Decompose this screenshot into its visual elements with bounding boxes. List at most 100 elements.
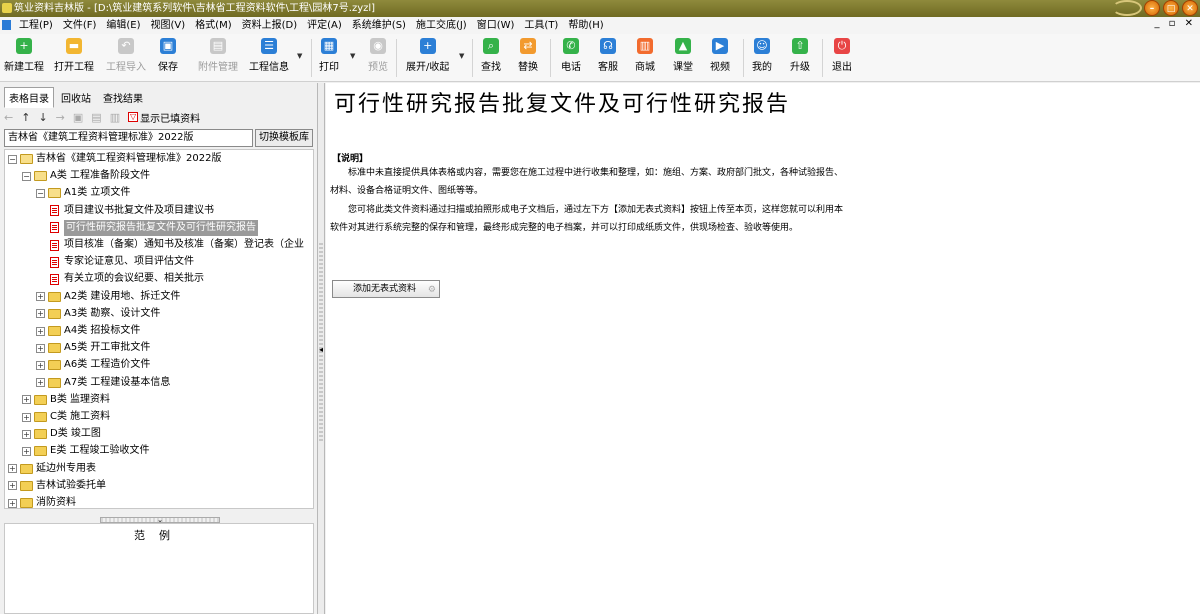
expand-icon[interactable]: + — [22, 446, 31, 456]
tree-folder-item[interactable]: − A类 工程准备阶段文件 — [22, 168, 150, 184]
show-filled-toggle[interactable]: ▽ 显示已填资料 — [128, 110, 200, 125]
expand-dropdown-icon[interactable]: ▼ — [459, 52, 464, 60]
upgrade-button[interactable]: ⇧ 升级 — [790, 38, 810, 73]
document-icon — [50, 256, 59, 268]
tree-document-item[interactable]: 项目核准（备案）通知书及核准（备案）登记表（企业 — [50, 237, 304, 253]
menu-briefing[interactable]: 施工交底(J) — [411, 17, 472, 34]
preview-button[interactable]: ◉ 预览 — [368, 38, 388, 73]
menu-evaluate[interactable]: 评定(A) — [302, 17, 347, 34]
expand-collapse-button[interactable]: + 展开/收起 — [406, 38, 449, 73]
tree-folder-item[interactable]: + A6类 工程造价文件 — [36, 357, 150, 373]
tree-item-label: 消防资料 — [36, 497, 76, 508]
menu-window[interactable]: 窗口(W) — [472, 17, 520, 34]
menu-tools[interactable]: 工具(T) — [519, 17, 563, 34]
tree-folder-item[interactable]: + 消防资料 — [8, 495, 76, 508]
expand-icon[interactable]: + — [8, 464, 17, 474]
tab-catalog[interactable]: 表格目录 — [4, 87, 54, 108]
mdi-window-controls[interactable]: _ ▫ ✕ — [1154, 18, 1196, 29]
expand-icon[interactable]: + — [36, 378, 45, 388]
tree-folder-item[interactable]: + A4类 招投标文件 — [36, 323, 140, 339]
tree-folder-item[interactable]: + 延边州专用表 — [8, 461, 96, 477]
my-account-button[interactable]: ☺ 我的 — [752, 38, 772, 73]
replace-button[interactable]: ⇄ 替换 — [518, 38, 538, 73]
expand-icon[interactable]: + — [36, 360, 45, 370]
menu-view[interactable]: 视图(V) — [146, 17, 191, 34]
move-up-icon[interactable]: ↑ — [21, 111, 30, 124]
new-project-button[interactable]: + 新建工程 — [4, 38, 44, 73]
tree-document-item[interactable]: 项目建议书批复文件及项目建议书 — [50, 203, 214, 219]
menu-format[interactable]: 格式(M) — [190, 17, 236, 34]
tree-document-item[interactable]: 专家论证意见、项目评估文件 — [50, 254, 194, 270]
import-project-button[interactable]: ↶ 工程导入 — [106, 38, 146, 73]
expand-icon[interactable]: + — [22, 412, 31, 422]
tree-folder-item[interactable]: + E类 工程竣工验收文件 — [22, 443, 150, 459]
switch-template-button[interactable]: 切换模板库 — [255, 129, 313, 147]
move-down-icon[interactable]: ↓ — [38, 111, 47, 124]
exit-button[interactable]: ⏻ 退出 — [832, 38, 852, 73]
move-right-icon[interactable]: → — [56, 111, 65, 124]
tree-folder-item[interactable]: + D类 竣工图 — [22, 426, 101, 442]
title-bar: 筑业资料吉林版 - [D:\筑业建筑系列软件\吉林省工程资料软件\工程\园林7号… — [0, 0, 1200, 17]
tree-folder-item[interactable]: + B类 监理资料 — [22, 392, 110, 408]
filter-checkbox-icon[interactable]: ▽ — [128, 112, 139, 122]
menu-help[interactable]: 帮助(H) — [563, 17, 608, 34]
menu-edit[interactable]: 编辑(E) — [101, 17, 145, 34]
menu-report[interactable]: 资料上报(D) — [237, 17, 303, 34]
tree-folder-item[interactable]: + A2类 建设用地、拆迁文件 — [36, 289, 180, 305]
expand-icon[interactable]: + — [22, 429, 31, 439]
phone-button[interactable]: ✆ 电话 — [561, 38, 581, 73]
expand-icon[interactable]: + — [22, 395, 31, 405]
find-button[interactable]: ⌕ 查找 — [481, 38, 501, 73]
open-project-button[interactable]: ▬ 打开工程 — [54, 38, 94, 73]
collapse-icon[interactable]: − — [8, 154, 17, 164]
add-document-button[interactable]: 添加无表式资料 ⚙ — [332, 280, 440, 298]
copy-icon[interactable]: ▣ — [73, 111, 83, 124]
collapse-icon[interactable]: − — [36, 188, 45, 198]
tree-folder-item[interactable]: − A1类 立项文件 — [36, 185, 130, 201]
tree-folder-item[interactable]: − 吉林省《建筑工程资料管理标准》2022版 — [8, 151, 221, 167]
shop-button[interactable]: ▥ 商城 — [635, 38, 655, 73]
delete-icon[interactable]: ▥ — [110, 111, 120, 124]
paste-icon[interactable]: ▤ — [91, 111, 101, 124]
tree-folder-item[interactable]: + A7类 工程建设基本信息 — [36, 375, 170, 391]
print-button[interactable]: ▦ 打印 — [319, 38, 339, 73]
menu-file[interactable]: 文件(F) — [58, 17, 102, 34]
tree-folder-item[interactable]: + C类 施工资料 — [22, 409, 110, 425]
attachment-icon: ▤ — [210, 38, 226, 54]
tab-search-results[interactable]: 查找结果 — [98, 87, 148, 108]
project-info-button[interactable]: ☰ 工程信息 — [249, 38, 289, 73]
classroom-button[interactable]: ▲ 课堂 — [673, 38, 693, 73]
expand-icon[interactable]: + — [36, 326, 45, 336]
video-button[interactable]: ▶ 视频 — [710, 38, 730, 73]
collapse-icon[interactable]: − — [22, 171, 31, 181]
attachment-button[interactable]: ▤ 附件管理 — [198, 38, 238, 73]
tree-document-item[interactable]: 有关立项的会议纪要、相关批示 — [50, 271, 204, 287]
maximize-button[interactable]: □ — [1163, 0, 1179, 16]
menu-system[interactable]: 系统维护(S) — [347, 17, 411, 34]
close-button[interactable]: ✕ — [1182, 0, 1198, 16]
tree-document-item[interactable]: 可行性研究报告批复文件及可行性研究报告 — [50, 219, 258, 236]
print-dropdown-icon[interactable]: ▼ — [350, 52, 355, 60]
minimize-button[interactable]: – — [1144, 0, 1160, 16]
vertical-splitter[interactable]: ◂ — [318, 83, 325, 614]
expand-icon[interactable]: + — [8, 498, 17, 508]
move-left-icon[interactable]: ← — [4, 111, 13, 124]
project-info-dropdown-icon[interactable]: ▼ — [297, 52, 302, 60]
collapse-arrow-icon[interactable]: ◂ — [319, 345, 323, 354]
expand-icon[interactable]: + — [36, 343, 45, 353]
tree-folder-item[interactable]: + A3类 勘察、设计文件 — [36, 306, 160, 322]
customer-service-button[interactable]: ☊ 客服 — [598, 38, 618, 73]
expand-icon[interactable]: + — [8, 481, 17, 491]
toolbar-separator — [311, 39, 312, 77]
standard-field[interactable]: 吉林省《建筑工程资料管理标准》2022版 — [4, 129, 253, 147]
expand-icon[interactable]: + — [36, 292, 45, 302]
menu-project[interactable]: 工程(P) — [14, 17, 58, 34]
tree-folder-item[interactable]: + 吉林试验委托单 — [8, 478, 106, 494]
tab-recycle-bin[interactable]: 回收站 — [56, 87, 96, 108]
video-icon: ▶ — [712, 38, 728, 54]
print-label: 打印 — [319, 62, 339, 73]
tree-folder-item[interactable]: + A5类 开工审批文件 — [36, 340, 150, 356]
save-button[interactable]: ▣ 保存 — [158, 38, 178, 73]
expand-icon[interactable]: + — [36, 309, 45, 319]
import-icon: ↶ — [118, 38, 134, 54]
